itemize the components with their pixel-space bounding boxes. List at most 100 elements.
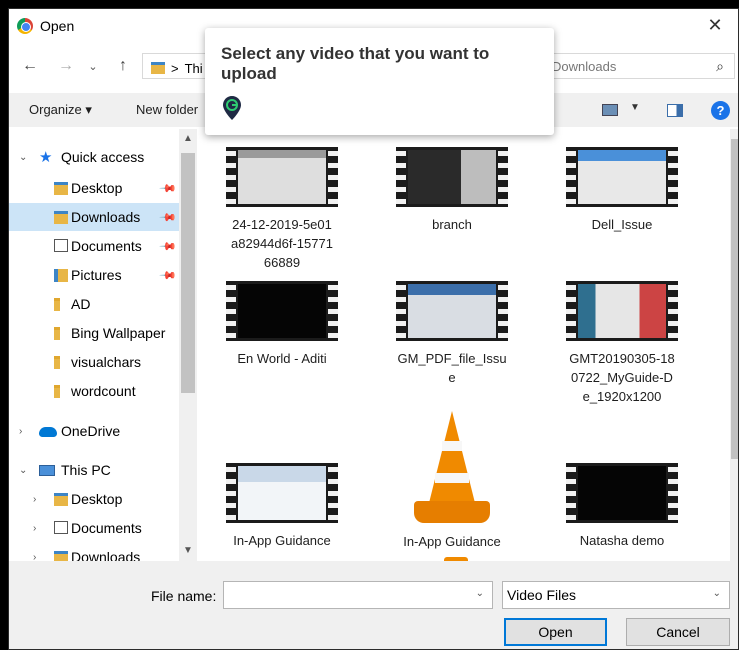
file-name-line: GMT20190305-18 <box>569 351 675 366</box>
file-item[interactable]: In-App Guidance <box>377 411 527 551</box>
sidebar-item-bing-wallpaper[interactable]: Bing Wallpaper <box>9 319 179 347</box>
file-name: 24-12-2019-5e01 a82944d6f-15771 66889 <box>207 215 357 272</box>
file-type-value: Video Files <box>507 587 577 603</box>
chevron-right-icon[interactable]: › <box>33 552 36 562</box>
file-item[interactable]: En World - Aditi <box>207 281 357 368</box>
sidebar-item-this-pc[interactable]: ⌄ This PC <box>9 456 179 484</box>
cancel-button[interactable]: Cancel <box>626 618 730 646</box>
file-name-label: File name: <box>151 588 217 604</box>
sidebar-item-pc-downloads[interactable]: › Downloads <box>9 543 179 561</box>
file-name-field[interactable]: ⌄ <box>223 581 493 609</box>
file-name: branch <box>377 215 527 234</box>
file-item[interactable]: GM_PDF_file_Issu e <box>377 281 527 387</box>
view-dropdown-icon[interactable]: ▼ <box>630 102 640 113</box>
sidebar-item-onedrive[interactable]: › OneDrive <box>9 417 179 445</box>
file-item[interactable]: 24-12-2019-5e01 a82944d6f-15771 66889 <box>207 147 357 272</box>
scrollbar-thumb[interactable] <box>181 153 195 393</box>
sidebar-item-downloads[interactable]: Downloads 📌 <box>9 203 179 231</box>
cloud-icon <box>39 427 57 437</box>
file-item[interactable]: GMT20190305-18 0722_MyGuide-D e_1920x120… <box>547 281 697 406</box>
sidebar-item-label: Documents <box>71 520 142 536</box>
sidebar-item-pc-desktop[interactable]: › Desktop <box>9 485 179 513</box>
file-name-line: branch <box>432 217 472 232</box>
file-name-line: Natasha demo <box>579 533 665 548</box>
chrome-icon <box>17 18 33 34</box>
file-name-line: a82944d6f-15771 <box>231 236 333 251</box>
star-icon: ★ <box>39 149 53 166</box>
video-thumbnail-icon <box>226 147 338 207</box>
sidebar-item-desktop[interactable]: Desktop 📌 <box>9 174 179 202</box>
sidebar-item-pc-documents[interactable]: › Documents <box>9 514 179 542</box>
scroll-up-icon[interactable]: ▲ <box>183 133 193 144</box>
sidebar-item-documents[interactable]: Documents 📌 <box>9 232 179 260</box>
folder-icon <box>54 298 60 311</box>
up-button[interactable]: ↑ <box>112 55 134 77</box>
chevron-down-icon[interactable]: ⌄ <box>713 588 721 599</box>
sidebar-item-quick-access[interactable]: ⌄ ★ Quick access <box>9 143 179 171</box>
folder-icon <box>54 356 60 369</box>
desktop-folder-icon <box>54 493 68 506</box>
scrollbar-thumb[interactable] <box>731 139 738 459</box>
file-item[interactable]: In-App Guidance <box>207 463 357 550</box>
preview-pane-icon[interactable] <box>667 104 683 117</box>
search-input[interactable]: Downloads ⌕ <box>539 53 735 79</box>
chevron-right-icon[interactable]: › <box>33 523 36 534</box>
organize-menu[interactable]: Organize ▾ <box>29 102 92 118</box>
sidebar-item-ad[interactable]: AD <box>9 290 179 318</box>
chevron-down-icon[interactable]: ⌄ <box>476 588 484 599</box>
change-view-icon[interactable] <box>602 104 618 116</box>
vlc-cone-icon <box>412 411 492 525</box>
forward-button[interactable]: → <box>55 55 77 77</box>
recent-locations-dropdown[interactable]: ⌄ <box>85 55 101 77</box>
picture-icon <box>54 269 68 282</box>
sidebar-item-pictures[interactable]: Pictures 📌 <box>9 261 179 289</box>
video-thumbnail-icon <box>566 281 678 341</box>
chevron-down-icon[interactable]: ⌄ <box>19 152 27 163</box>
vlc-stripe <box>442 441 462 451</box>
sidebar-item-label: Bing Wallpaper <box>71 325 166 341</box>
file-name: Natasha demo <box>547 531 697 550</box>
sidebar-item-label: Pictures <box>71 267 122 283</box>
sidebar-item-wordcount[interactable]: wordcount <box>9 377 179 405</box>
sidebar-item-label: Downloads <box>71 209 141 225</box>
open-button[interactable]: Open <box>504 618 607 646</box>
sidebar-item-label: Desktop <box>71 491 123 507</box>
guide-tooltip: Select any video that you want to upload <box>205 28 554 135</box>
help-icon[interactable]: ? <box>711 101 730 120</box>
search-icon[interactable]: ⌕ <box>716 58 724 75</box>
vlc-cone-base <box>414 501 490 523</box>
file-name-line: e_1920x1200 <box>582 389 662 404</box>
document-icon <box>54 521 68 534</box>
download-folder-icon <box>54 211 68 224</box>
sidebar-item-visualchars[interactable]: visualchars <box>9 348 179 376</box>
dialog-title: Open <box>40 18 75 34</box>
close-button[interactable]: ✕ <box>692 9 738 41</box>
sidebar-item-label: visualchars <box>71 354 142 370</box>
scroll-down-icon[interactable]: ▼ <box>183 545 193 556</box>
file-item[interactable]: Dell_Issue <box>547 147 697 234</box>
chevron-right-icon[interactable]: › <box>19 426 22 437</box>
video-thumbnail-icon <box>396 281 508 341</box>
file-name-line: 24-12-2019-5e01 <box>232 217 332 232</box>
nav-scrollbar[interactable]: ▲ ▼ <box>179 129 197 561</box>
file-item[interactable]: Natasha demo <box>547 463 697 550</box>
video-thumbnail-icon <box>226 463 338 523</box>
video-thumbnail-icon <box>566 463 678 523</box>
back-button[interactable]: ← <box>19 55 41 77</box>
file-name-line: In-App Guidance <box>233 533 331 548</box>
document-icon <box>54 239 68 252</box>
chevron-down-icon[interactable]: ⌄ <box>19 465 27 476</box>
sidebar-item-label: AD <box>71 296 91 312</box>
pc-icon <box>39 465 55 476</box>
file-item[interactable]: branch <box>377 147 527 234</box>
sidebar-item-label: Downloads <box>71 549 141 561</box>
chevron-right-icon[interactable]: › <box>33 494 36 505</box>
sidebar-item-label: wordcount <box>71 383 136 399</box>
file-type-select[interactable]: Video Files ⌄ <box>502 581 730 609</box>
new-folder-button[interactable]: New folder <box>136 102 198 117</box>
breadcrumb-item[interactable]: Thi <box>185 61 203 76</box>
file-name-line: e <box>448 370 456 385</box>
navigation-pane: ⌄ ★ Quick access Desktop 📌 Downloads 📌 D… <box>9 129 199 561</box>
search-placeholder: Downloads <box>552 59 617 74</box>
file-list-scrollbar[interactable] <box>730 129 738 561</box>
